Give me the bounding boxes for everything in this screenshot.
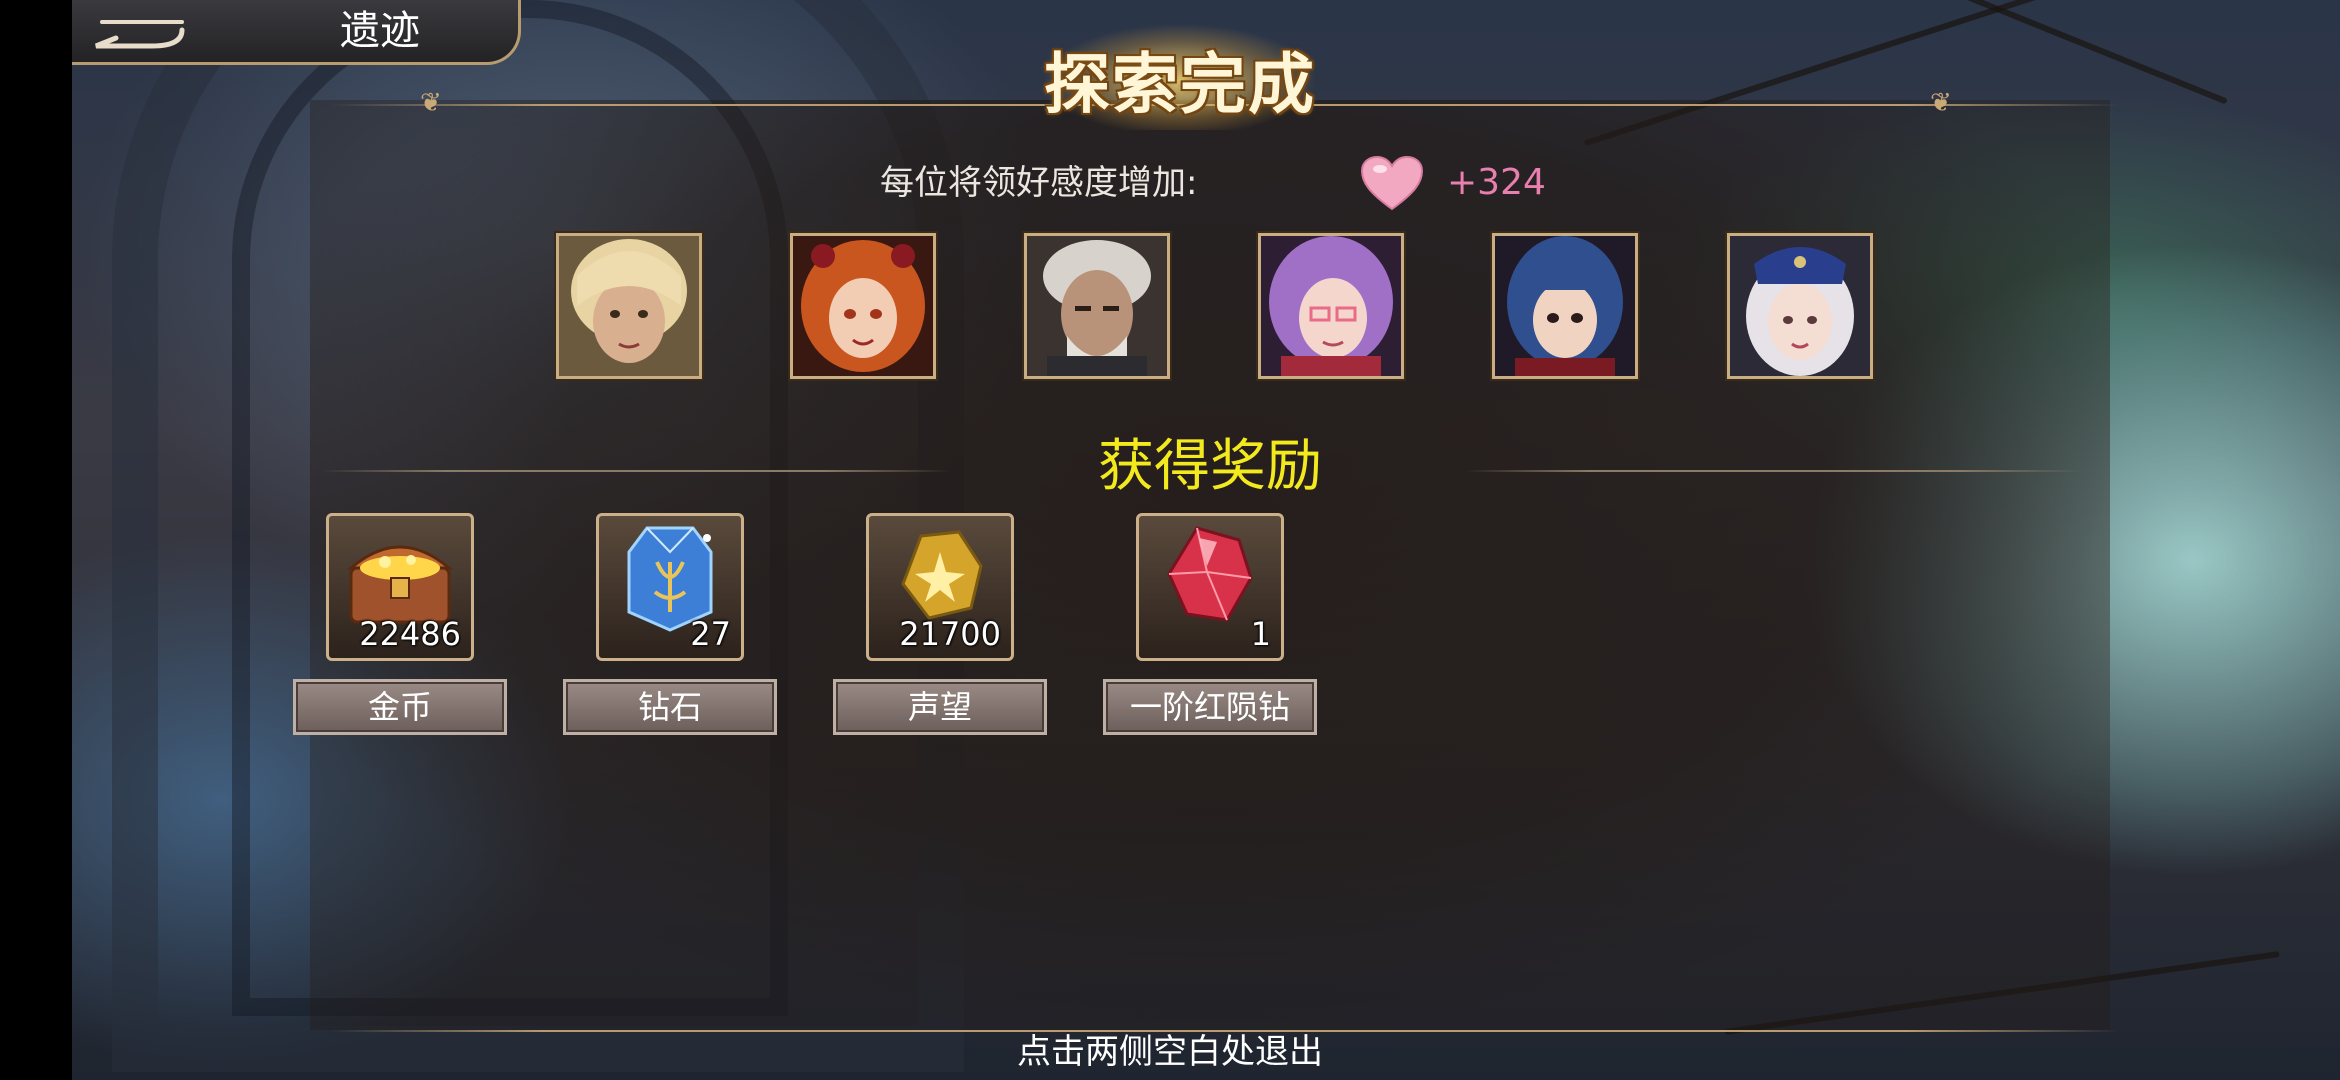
exit-hint: 点击两侧空白处退出 <box>1017 1032 1323 1072</box>
reward-slot-diamond[interactable]: 27 <box>596 513 744 661</box>
blonde-woman-portrait <box>556 233 702 379</box>
rewards-title: 获得奖励 <box>1098 434 1322 499</box>
rewards-divider-left <box>320 470 950 472</box>
affinity-label: 每位将领好感度增加: <box>880 163 1198 203</box>
reward-qty: 22486 <box>359 615 461 653</box>
heart-icon <box>1360 155 1424 211</box>
reward-slot-gold[interactable]: 22486 <box>326 513 474 661</box>
divider-ornament-right: ❦ <box>1930 88 1952 118</box>
banner-title: 探索完成 <box>1044 46 1316 123</box>
reward-name-diamond: 钻石 <box>563 679 777 735</box>
device-left-bar <box>0 0 72 1080</box>
purple-hair-glasses-girl-portrait <box>1258 233 1404 379</box>
affinity-value: +324 <box>1447 162 1546 203</box>
reward-name-red-gem: 一阶红陨钻 <box>1103 679 1317 735</box>
reward-name-prestige: 声望 <box>833 679 1047 735</box>
reward-slot-prestige[interactable]: 21700 <box>866 513 1014 661</box>
white-hair-old-man-portrait <box>1024 233 1170 379</box>
back-arrow-icon[interactable] <box>82 8 192 52</box>
reward-qty: 27 <box>690 615 731 653</box>
blue-hair-girl-portrait <box>1492 233 1638 379</box>
divider-ornament-left: ❦ <box>420 88 442 118</box>
rewards-divider-right <box>1465 470 2085 472</box>
white-hair-captain-girl-portrait <box>1727 233 1873 379</box>
reward-name-gold: 金币 <box>293 679 507 735</box>
background-branch <box>1836 0 2228 105</box>
orange-hair-girl-portrait <box>790 233 936 379</box>
reward-qty: 1 <box>1250 615 1271 653</box>
reward-qty: 21700 <box>899 615 1001 653</box>
page-title: 遗迹 <box>340 8 420 54</box>
reward-slot-red-gem[interactable]: 1 <box>1136 513 1284 661</box>
